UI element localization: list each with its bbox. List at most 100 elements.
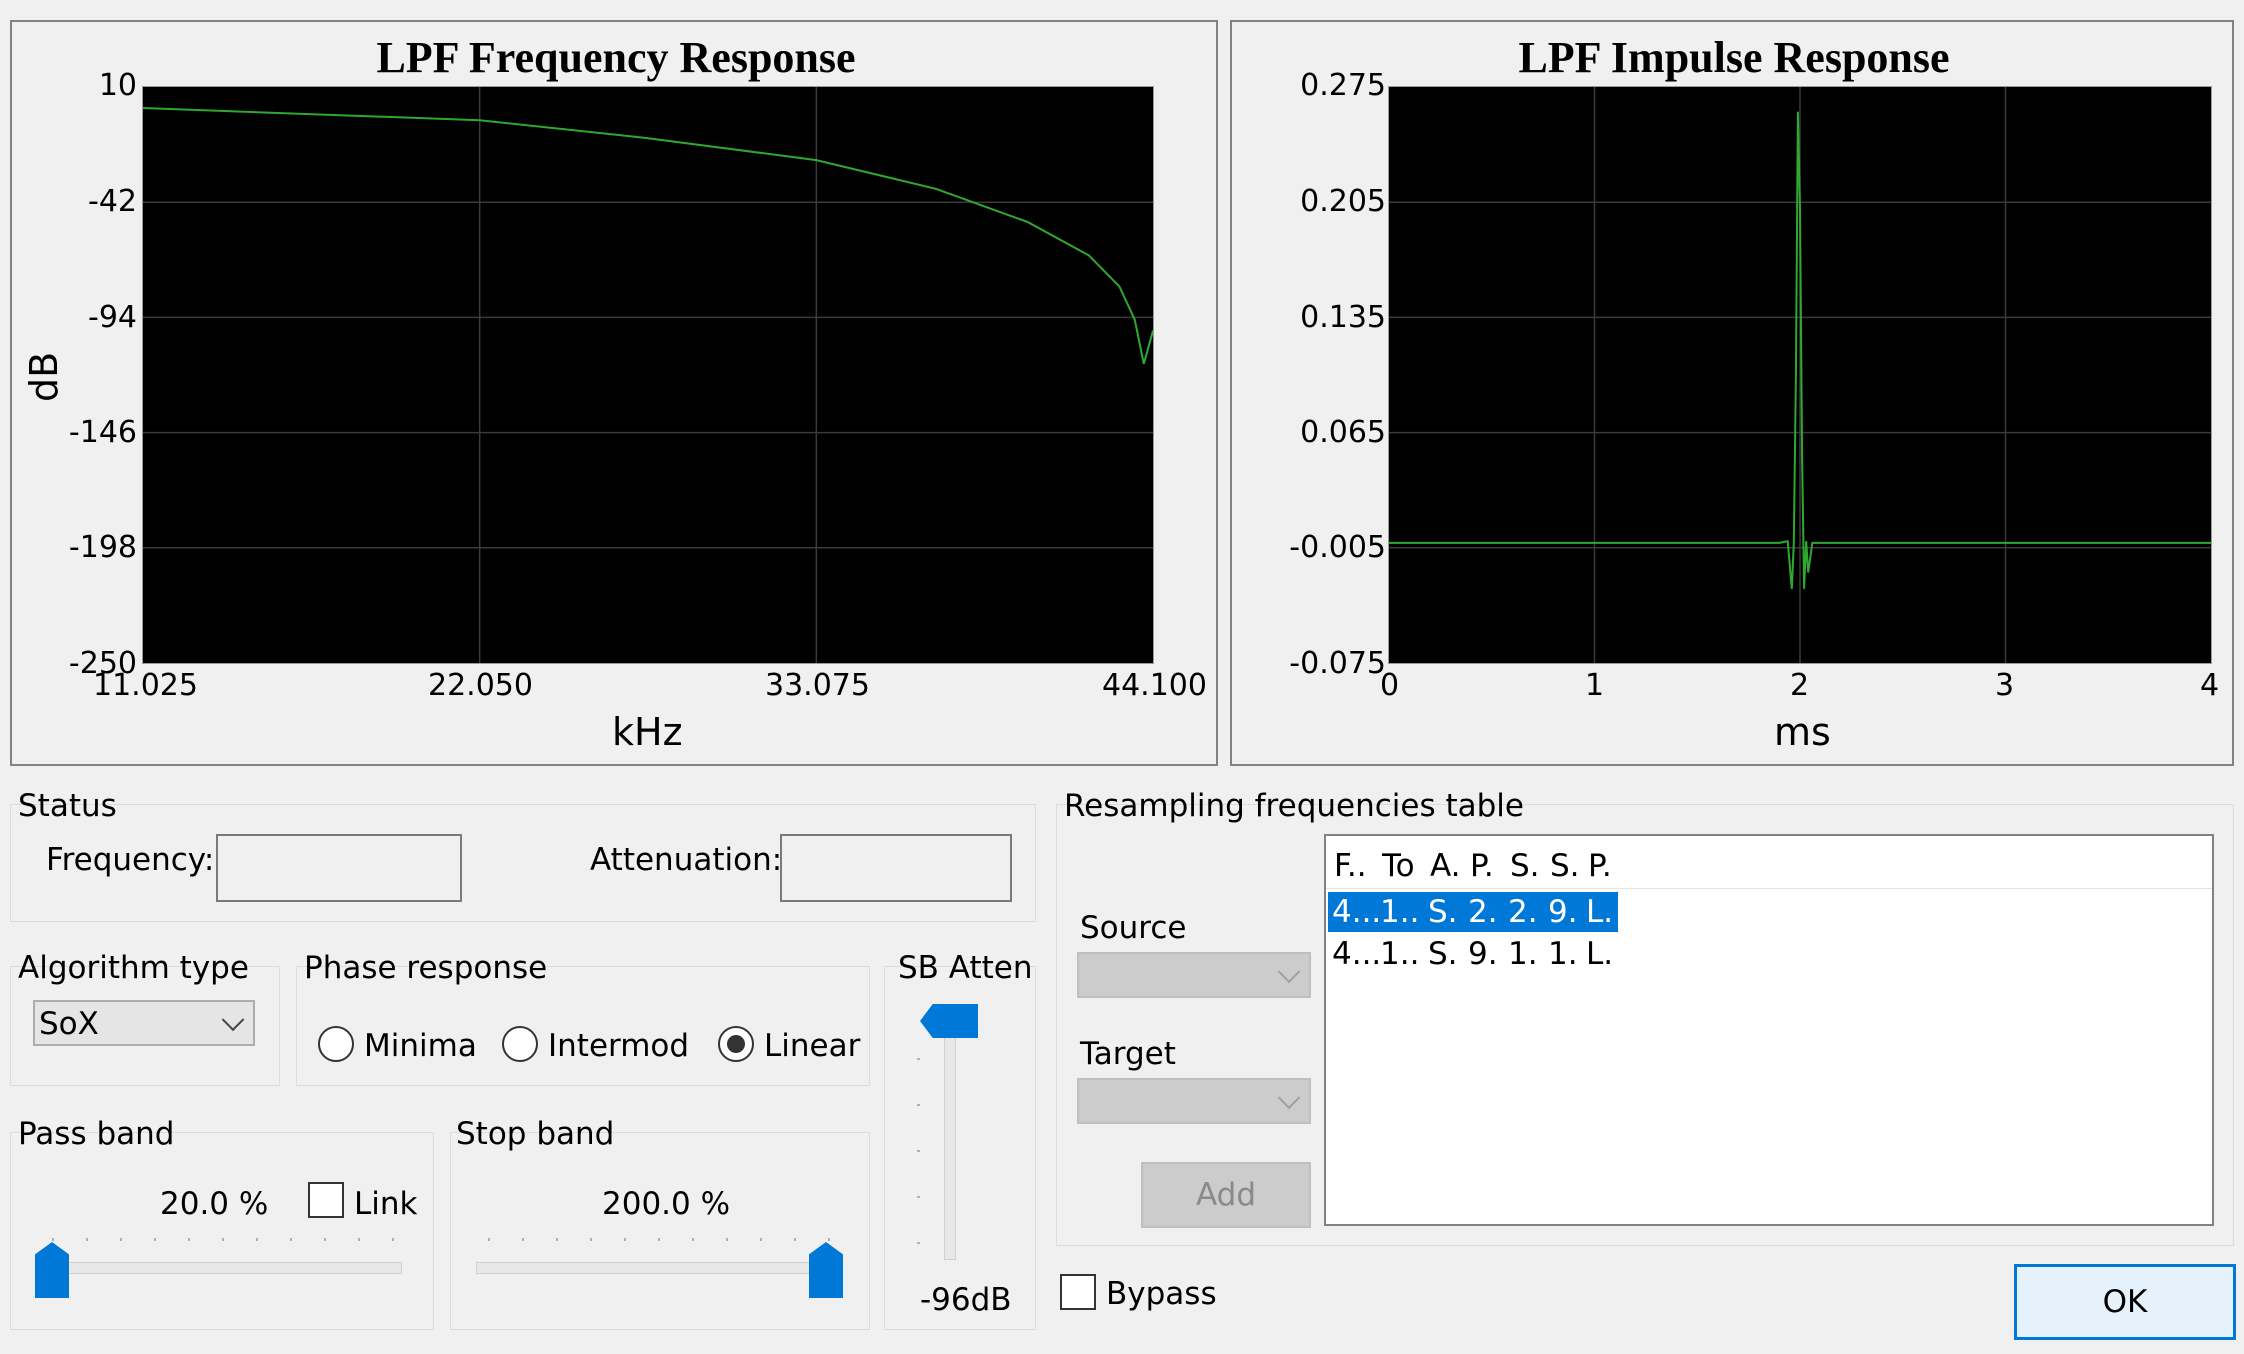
phase-radio-intermod[interactable]: [502, 1026, 538, 1062]
sb-atten-tick: [917, 1196, 920, 1198]
pass-band-tick: [256, 1238, 258, 1241]
column-header[interactable]: A.: [1430, 848, 1466, 884]
algorithm-group-label: Algorithm type: [18, 950, 249, 986]
column-header[interactable]: P.: [1588, 848, 1624, 884]
stop-band-tick: [488, 1238, 490, 1241]
stop-band-tick: [624, 1238, 626, 1241]
impulse-y-tick: -0.005: [1289, 530, 1386, 565]
chevron-down-icon: [1277, 1086, 1301, 1110]
stop-band-tick: [522, 1238, 524, 1241]
pass-band-value: 20.0 %: [160, 1186, 269, 1222]
stop-band-group-label: Stop band: [456, 1116, 615, 1152]
sb-atten-group-label: SB Atten: [898, 950, 1033, 986]
target-select[interactable]: [1077, 1078, 1311, 1124]
column-header[interactable]: F..: [1334, 848, 1380, 884]
frequency-chart-title: LPF Frequency Response: [376, 33, 856, 82]
stop-band-tick: [726, 1238, 728, 1241]
frequency-plot-area: [142, 86, 1154, 664]
pass-band-tick: [358, 1238, 360, 1241]
attenuation-label: Attenuation:: [590, 842, 783, 878]
resampling-table-header: F.. To A. P. S. S. P.: [1326, 836, 2212, 889]
impulse-x-tick: 1: [1585, 668, 1605, 703]
impulse-x-tick: 2: [1790, 668, 1810, 703]
resampling-table[interactable]: F.. To A. P. S. S. P. 4... 1.. S. 2. 2. …: [1324, 834, 2214, 1226]
stop-band-tick: [828, 1238, 830, 1241]
pass-band-tick: [52, 1238, 54, 1241]
phase-label-minima: Minima: [364, 1028, 477, 1064]
pass-band-tick: [120, 1238, 122, 1241]
chevron-down-icon: [221, 1008, 245, 1032]
pass-band-group: [10, 1132, 434, 1330]
phase-radio-linear[interactable]: [718, 1026, 754, 1062]
freq-y-tick: -146: [68, 415, 137, 450]
column-header[interactable]: P.: [1470, 848, 1506, 884]
table-cell: 1..: [1380, 936, 1420, 972]
impulse-x-axis-label: ms: [1774, 710, 1831, 754]
impulse-y-tick: 0.275: [1300, 68, 1386, 103]
sb-atten-tick: [917, 1150, 920, 1152]
pass-band-tick: [86, 1238, 88, 1241]
column-header[interactable]: S.: [1550, 848, 1586, 884]
phase-group-label: Phase response: [304, 950, 548, 986]
column-header[interactable]: To: [1382, 848, 1426, 884]
stop-band-tick: [760, 1238, 762, 1241]
freq-y-tick: -94: [88, 300, 137, 335]
sb-atten-tick: [917, 1058, 920, 1060]
sb-atten-tick: [917, 1242, 920, 1244]
source-select[interactable]: [1077, 952, 1311, 998]
table-cell: 2.: [1468, 894, 1498, 930]
add-button[interactable]: Add: [1141, 1162, 1311, 1228]
impulse-y-tick: 0.135: [1300, 300, 1386, 335]
pass-band-tick: [392, 1238, 394, 1241]
column-header[interactable]: S.: [1510, 848, 1546, 884]
resampling-group-label: Resampling frequencies table: [1064, 788, 1524, 824]
impulse-y-tick: 0.205: [1300, 184, 1386, 219]
target-label: Target: [1080, 1036, 1176, 1072]
ok-button[interactable]: OK: [2014, 1264, 2236, 1340]
stop-band-tick: [556, 1238, 558, 1241]
stop-band-group: [450, 1132, 870, 1330]
table-cell: S.: [1428, 894, 1458, 930]
phase-label-intermod: Intermod: [548, 1028, 690, 1064]
algorithm-select[interactable]: SoX: [33, 1000, 255, 1046]
table-cell: L.: [1586, 894, 1614, 930]
freq-x-tick: 33.075: [765, 668, 870, 703]
stop-band-tick: [590, 1238, 592, 1241]
bypass-label: Bypass: [1106, 1276, 1217, 1312]
algorithm-selected-value: SoX: [39, 1006, 99, 1042]
pass-band-group-label: Pass band: [18, 1116, 175, 1152]
pass-band-tick: [222, 1238, 224, 1241]
impulse-x-tick: 0: [1380, 668, 1400, 703]
impulse-x-tick: 3: [1995, 668, 2015, 703]
phase-radio-minima[interactable]: [318, 1026, 354, 1062]
status-group-label: Status: [18, 788, 117, 824]
stop-band-tick: [794, 1238, 796, 1241]
bypass-checkbox[interactable]: [1060, 1274, 1096, 1310]
source-label: Source: [1080, 910, 1187, 946]
pass-band-tick: [290, 1238, 292, 1241]
phase-label-linear: Linear: [764, 1028, 861, 1064]
frequency-field[interactable]: [216, 834, 462, 902]
sb-atten-value: -96dB: [920, 1282, 1012, 1318]
freq-x-tick: 44.100: [1102, 668, 1207, 703]
link-label: Link: [354, 1186, 418, 1222]
impulse-response-svg: [1389, 87, 2211, 663]
attenuation-field[interactable]: [780, 834, 1012, 902]
stop-band-track: [476, 1262, 838, 1274]
frequency-series-line: [143, 107, 1153, 365]
sb-atten-tick: [917, 1104, 920, 1106]
impulse-y-tick: -0.075: [1289, 646, 1386, 681]
table-cell: 4...: [1332, 936, 1378, 972]
table-row[interactable]: 4... 1.. S. 9. 1. 1. L.: [1328, 934, 1618, 974]
freq-x-tick: 11.025: [93, 668, 198, 703]
table-cell: 4...: [1332, 894, 1378, 930]
link-checkbox[interactable]: [308, 1182, 344, 1218]
table-cell: 9.: [1468, 936, 1498, 972]
freq-x-axis-label: kHz: [612, 710, 683, 754]
freq-y-axis-label: dB: [22, 351, 66, 402]
table-cell: 1..: [1380, 894, 1420, 930]
table-row[interactable]: 4... 1.. S. 2. 2. 9. L.: [1328, 892, 1618, 932]
impulse-y-tick: 0.065: [1300, 415, 1386, 450]
impulse-plot-area: [1388, 86, 2212, 664]
table-cell: L.: [1586, 936, 1614, 972]
